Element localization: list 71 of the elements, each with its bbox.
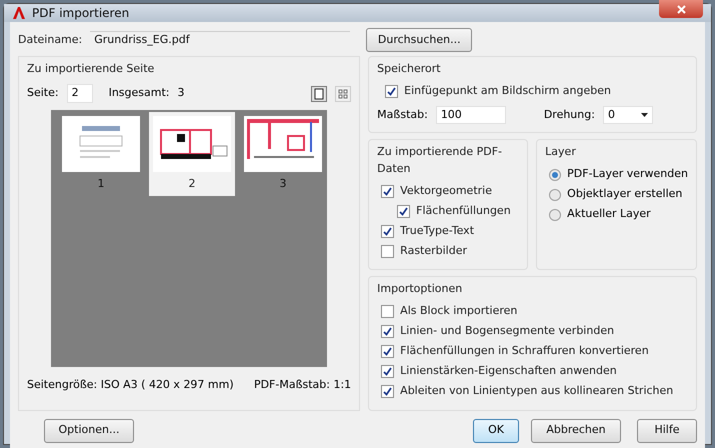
file-name-label: Dateiname: [18,32,82,48]
window-title: PDF importieren [32,5,130,22]
checkbox[interactable] [381,184,394,198]
rotation-label: Drehung: [544,106,595,122]
single-view-button[interactable] [311,86,328,102]
checkbox-label: Als Block importieren [400,303,518,320]
checkbox-label: Linienstärken-Eigenschaften anwenden [400,363,617,380]
checkbox-label: Vektorgeometrie [400,182,492,199]
group-title: Zu importierende Seite [27,61,156,77]
checkbox[interactable] [381,365,394,378]
group-title: Zu importierende PDF-Daten [377,144,503,176]
rotation-dropdown[interactable]: 0 [602,106,653,124]
total-value: 3 [178,85,184,102]
checkbox-label: Einfügepunkt am Bildschirm angeben [404,83,611,100]
dropdown-arrow-icon [640,112,648,117]
group-title: Layer [545,144,577,160]
checkbox[interactable] [381,224,394,238]
ok-button[interactable]: OK [473,418,519,442]
cancel-button[interactable]: Abbrechen [531,418,621,442]
checkmark-icon [383,327,392,336]
radio-button[interactable] [549,168,562,180]
total-label: Insgesamt: [108,85,170,102]
checkmark-icon [383,186,392,196]
checkmark-icon [383,226,392,236]
group-title: Importoptionen [377,281,464,297]
checkbox[interactable] [381,325,394,338]
radio-button[interactable] [549,208,562,220]
page-item[interactable]: 1 [58,112,144,196]
app-logo-icon [12,6,26,20]
checkbox-label: Rasterbilder [400,242,468,259]
close-icon [676,4,686,14]
page-item[interactable]: 3 [240,112,326,196]
grid-icon [338,88,348,98]
radio-label: Objektlayer erstellen [567,186,682,202]
page-icon [314,88,324,100]
page-item[interactable]: 2 [149,112,235,196]
pdf-scale-text: PDF-Maßstab: 1:1 [254,376,352,392]
file-name-field[interactable]: Grundriss_EG.pdf [90,31,350,49]
checkbox[interactable] [397,204,410,218]
help-button[interactable]: Hilfe [637,418,697,442]
close-button[interactable] [659,0,703,18]
scale-label: Maßstab: [377,106,428,122]
checkbox[interactable] [385,85,398,98]
browse-button[interactable]: Durchsuchen... [366,28,472,52]
checkbox-label: Linien- und Bogensegmente verbinden [400,323,614,340]
checkbox[interactable] [381,244,394,258]
radio-label: PDF-Layer verwenden [567,166,688,182]
checkbox-label: Ableiten von Linientypen aus kollinearen Strichen [400,383,674,400]
checkmark-icon [387,87,396,96]
checkbox[interactable] [381,385,394,398]
checkbox[interactable] [381,345,394,358]
page-number: 3 [280,176,286,192]
group-title: Speicherort [377,61,442,77]
grid-view-button[interactable] [335,86,352,102]
checkmark-icon [399,206,408,216]
checkbox-label: Flächenfüllungen in Schraffuren konvertieren [400,343,649,360]
page-label: Seite: [27,85,59,102]
checkbox-label: TrueType-Text [400,222,474,239]
page-number: 2 [188,176,196,192]
options-button[interactable]: Optionen... [44,418,134,442]
checkbox-label: Flächenfüllungen [416,202,511,219]
checkmark-icon [383,367,392,376]
page-size-text: Seitengröße: ISO A3 ( 420 x 297 mm) [27,376,234,392]
page-number: 1 [98,176,104,192]
checkmark-icon [383,387,392,396]
radio-label: Aktueller Layer [567,206,651,222]
scale-field[interactable]: 100 [436,106,506,124]
radio-button[interactable] [549,188,562,200]
checkbox[interactable] [381,305,394,318]
checkmark-icon [383,347,392,356]
page-field[interactable]: 2 [66,84,93,103]
